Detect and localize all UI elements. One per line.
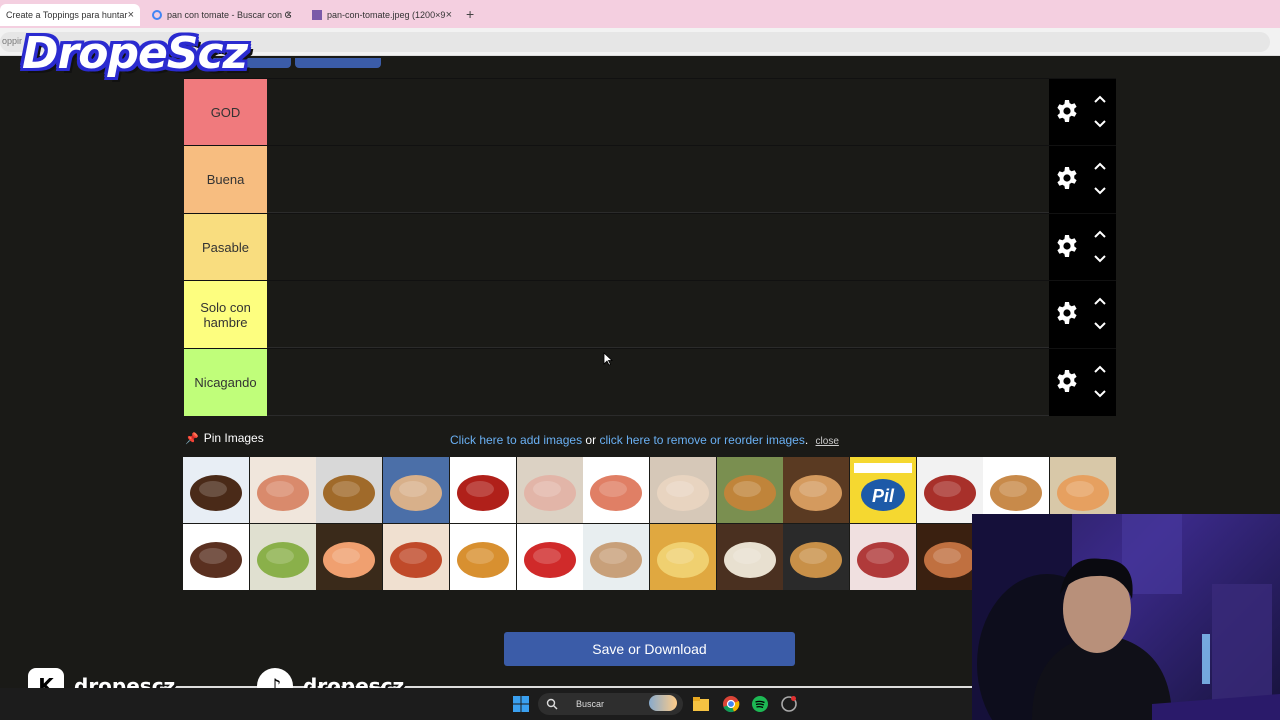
pin-label: Pin Images: [203, 431, 264, 445]
tier-row-2: Buena: [184, 145, 1116, 214]
image-icon: [312, 10, 322, 20]
svg-text:Pil: Pil: [872, 486, 895, 506]
spotify-icon[interactable]: [751, 695, 769, 713]
close-link[interactable]: close: [816, 436, 839, 447]
tier-row-4: Solo con hambre: [184, 280, 1116, 349]
chevron-up-icon[interactable]: [1093, 364, 1107, 374]
top-button-right[interactable]: [295, 58, 381, 68]
tier-controls: [1049, 79, 1116, 146]
browser-tab-bar: Create a Toppings para huntar × pan con …: [0, 0, 1280, 28]
search-label: Buscar: [576, 699, 605, 709]
butter-bread-image[interactable]: [716, 524, 783, 590]
chevron-up-icon[interactable]: [1093, 161, 1107, 171]
tier-drop-zone[interactable]: [267, 348, 1049, 416]
tab-google-search[interactable]: pan con tomate - Buscar con G ×: [146, 4, 298, 26]
pin-images[interactable]: 📌 Pin Images: [185, 431, 264, 445]
windows-start-icon[interactable]: [512, 695, 530, 713]
tier-row-3: Pasable: [184, 212, 1116, 281]
period-text: .: [804, 433, 809, 447]
tier-controls: [1049, 213, 1116, 281]
tomato-toast-image[interactable]: [249, 457, 316, 523]
pushpin-icon: 📌: [185, 432, 199, 445]
close-icon[interactable]: ×: [446, 9, 452, 21]
chevron-down-icon[interactable]: [1093, 321, 1107, 331]
tier-label[interactable]: Pasable: [184, 213, 267, 281]
tier-label[interactable]: GOD: [184, 79, 267, 146]
chicken-salad-bun-image[interactable]: [583, 524, 650, 590]
tier-label[interactable]: Solo con hambre: [184, 281, 267, 349]
bacon-image[interactable]: [850, 524, 916, 590]
gear-icon[interactable]: [1055, 234, 1079, 258]
chevron-down-icon[interactable]: [1093, 254, 1107, 264]
ham-sandwich-image[interactable]: [516, 457, 583, 523]
chevron-down-icon[interactable]: [1093, 389, 1107, 399]
tuna-can-image[interactable]: [516, 524, 583, 590]
chevron-up-icon[interactable]: [1093, 229, 1107, 239]
tier-drop-zone[interactable]: [267, 281, 1049, 349]
chevron-up-icon[interactable]: [1093, 94, 1107, 104]
add-images-link[interactable]: Click here to add images: [450, 433, 582, 447]
tier-drop-zone[interactable]: [267, 146, 1049, 214]
address-text: oppir: [2, 36, 23, 46]
burger-image[interactable]: [316, 457, 383, 523]
image-instructions: Click here to add images or click here t…: [450, 433, 839, 447]
close-icon[interactable]: ×: [286, 9, 292, 21]
chevron-up-icon[interactable]: [1093, 296, 1107, 306]
meat-patties-image[interactable]: [183, 457, 249, 523]
mouse-cursor-icon: [603, 352, 613, 366]
fries-burger-image[interactable]: [449, 524, 516, 590]
tier-drop-zone[interactable]: [267, 79, 1049, 146]
salmon-bagel-image[interactable]: [316, 524, 383, 590]
tab-image[interactable]: pan-con-tomate.jpeg (1200×9 ×: [306, 4, 458, 26]
cream-cheese-bread-image[interactable]: [649, 457, 716, 523]
tier-controls: [1049, 281, 1116, 349]
tier-controls: [1049, 146, 1116, 214]
avocado-toast-image[interactable]: [249, 524, 316, 590]
tier-row-1: GOD: [184, 78, 1116, 146]
tab-title: pan con tomate - Buscar con G: [167, 10, 292, 20]
streamer-image: [972, 514, 1280, 720]
gear-icon[interactable]: [1055, 99, 1079, 123]
search-icon: [546, 698, 558, 710]
tier-controls: [1049, 348, 1116, 416]
taskbar-search[interactable]: Buscar: [538, 693, 683, 715]
dulce-de-leche-cup-image[interactable]: [449, 457, 516, 523]
gear-icon[interactable]: [1055, 369, 1079, 393]
reorder-images-link[interactable]: click here to remove or reorder images: [599, 433, 804, 447]
chevron-down-icon[interactable]: [1093, 186, 1107, 196]
chrome-icon[interactable]: [722, 695, 740, 713]
watermark-logo: DropeScz: [22, 28, 248, 79]
mantequilla-pil-image[interactable]: Pil: [850, 457, 916, 523]
file-explorer-icon[interactable]: [692, 695, 710, 713]
app-icon[interactable]: [780, 695, 798, 713]
nutella-bread-image[interactable]: [183, 524, 249, 590]
tier-list: GOD Buena Pasable Solo con hambre Nicagando: [184, 78, 1116, 416]
toast-scramble-image[interactable]: [783, 524, 850, 590]
jam-jar-image[interactable]: [716, 457, 783, 523]
peanut-butter-toast-image[interactable]: [783, 457, 850, 523]
taskbar: Buscar: [0, 688, 972, 720]
webcam-overlay: [972, 514, 1280, 720]
tier-label[interactable]: Nicagando: [184, 348, 267, 416]
gear-icon[interactable]: [1055, 166, 1079, 190]
tab-title: Create a Toppings para huntar: [6, 10, 128, 20]
or-text: or: [585, 433, 597, 447]
ketchup-toast-image[interactable]: [583, 457, 650, 523]
tier-row-5: Nicagando: [184, 347, 1116, 416]
google-icon: [152, 10, 162, 20]
chicken-sandwich-image[interactable]: [383, 457, 450, 523]
tier-drop-zone[interactable]: [267, 213, 1049, 281]
hot-dog-image[interactable]: [383, 524, 450, 590]
grilled-cheese-image[interactable]: [649, 524, 716, 590]
tab-title: pan-con-tomate.jpeg (1200×9: [327, 10, 446, 20]
tier-label[interactable]: Buena: [184, 146, 267, 214]
tab-toppings[interactable]: Create a Toppings para huntar ×: [0, 4, 140, 26]
chevron-down-icon[interactable]: [1093, 119, 1107, 129]
save-download-button[interactable]: Save or Download: [504, 632, 795, 666]
search-highlight-icon: [649, 695, 677, 711]
gear-icon[interactable]: [1055, 301, 1079, 325]
new-tab-button[interactable]: +: [466, 6, 474, 22]
close-icon[interactable]: ×: [128, 9, 134, 21]
